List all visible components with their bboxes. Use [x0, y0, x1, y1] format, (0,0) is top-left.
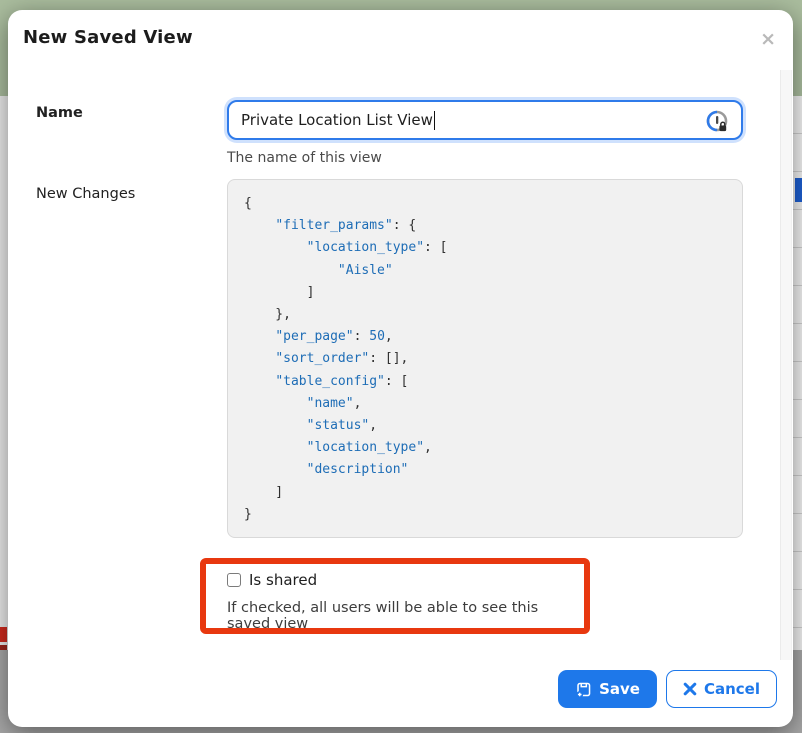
name-helper-text: The name of this view: [227, 150, 382, 166]
annotation-highlight-rectangle: Is shared If checked, all users will be …: [200, 558, 590, 634]
code-lines: { "filter_params": { "location_type": [ …: [244, 193, 726, 526]
name-input[interactable]: Private Location List View: [227, 100, 743, 140]
new-saved-view-modal: New Saved View × Name Private Location L…: [8, 10, 793, 727]
is-shared-checkbox[interactable]: [227, 573, 241, 587]
password-manager-lock-icon[interactable]: [705, 109, 731, 135]
is-shared-row: Is shared: [227, 571, 584, 589]
name-input-value: Private Location List View: [241, 111, 433, 129]
is-shared-label[interactable]: Is shared: [249, 571, 317, 589]
text-caret: [434, 111, 436, 130]
cancel-button-label: Cancel: [704, 680, 760, 698]
is-shared-helper-text: If checked, all users will be able to se…: [227, 600, 584, 632]
x-icon: [683, 682, 697, 696]
name-field-label: Name: [36, 105, 83, 121]
modal-footer: Save Cancel: [558, 670, 777, 708]
close-icon[interactable]: ×: [760, 30, 776, 49]
background-blue-element: [795, 178, 802, 202]
new-changes-label: New Changes: [36, 186, 135, 202]
save-button-label: Save: [599, 680, 640, 698]
modal-scrollbar[interactable]: [780, 70, 792, 660]
modal-title: New Saved View: [23, 27, 193, 48]
background-red-element-top: [0, 627, 7, 642]
save-button[interactable]: Save: [558, 670, 657, 708]
save-plus-icon: [575, 681, 592, 698]
new-changes-code-block: { "filter_params": { "location_type": [ …: [227, 179, 743, 538]
cancel-button[interactable]: Cancel: [666, 670, 777, 708]
